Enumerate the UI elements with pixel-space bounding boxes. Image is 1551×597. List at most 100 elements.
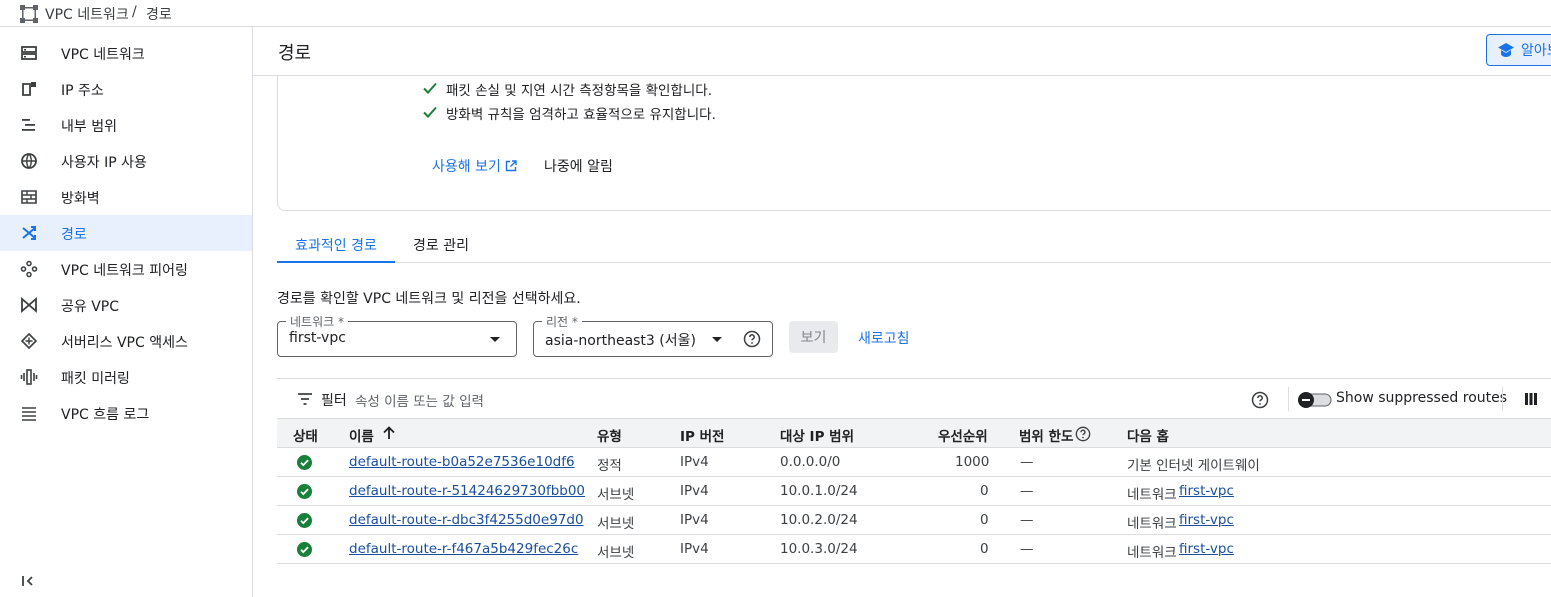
page-title: 경로: [278, 43, 312, 64]
try-it-label: 사용해 보기: [432, 159, 501, 175]
sidebar-item-label: VPC 네트워크 피어링: [61, 263, 188, 279]
breadcrumb-separator: /: [132, 4, 137, 20]
dropdown-arrow-icon: [490, 337, 500, 342]
sidebar-item-internal-range[interactable]: 내부 범위: [0, 107, 252, 143]
status-ok-icon: [297, 455, 312, 470]
filter-bar: 필터 속성 이름 또는 값 입력 Show suppressed routes: [277, 378, 1551, 418]
column-header-ip-version: IP 버전: [680, 429, 725, 445]
breadcrumb-product[interactable]: VPC 네트워크: [45, 4, 129, 24]
tab-bar: 효과적인 경로 경로 관리: [277, 226, 1551, 263]
sidebar-item-firewall[interactable]: 방화벽: [0, 179, 252, 215]
route-ip-version: IPv4: [680, 454, 709, 470]
route-name-link[interactable]: default-route-r-51424629730fbb00: [349, 483, 585, 499]
network-select-value: first-vpc: [289, 330, 346, 346]
column-header-name[interactable]: 이름: [349, 425, 374, 445]
route-scope: —: [1020, 541, 1034, 557]
sidebar-item-label: VPC 흐름 로그: [61, 407, 150, 423]
graduation-cap-icon: [1498, 43, 1514, 57]
route-ip-version: IPv4: [680, 541, 709, 557]
collapse-sidebar-icon[interactable]: [20, 572, 38, 590]
divider: [1288, 387, 1289, 411]
route-name-link[interactable]: default-route-r-dbc3f4255d0e97d0: [349, 512, 584, 528]
route-next-hop: 네트워크: [1127, 516, 1177, 532]
sidebar-item-label: 경로: [61, 227, 87, 243]
network-select-label: 네트워크 *: [286, 313, 348, 330]
divider: [1502, 387, 1503, 411]
sidebar-item-routes[interactable]: 경로: [0, 215, 252, 251]
vpc-product-icon: [20, 5, 38, 23]
sidebar-item-label: 서버리스 VPC 액세스: [61, 335, 188, 351]
sidebar-item-label: 방화벽: [61, 191, 100, 207]
column-header-dest-range: 대상 IP 범위: [780, 429, 854, 445]
column-header-priority: 우선순위: [938, 429, 988, 445]
toggle-label: Show suppressed routes: [1336, 390, 1508, 406]
view-button[interactable]: 보기: [789, 321, 838, 353]
help-icon[interactable]: [1251, 391, 1269, 409]
try-it-link[interactable]: 사용해 보기: [432, 156, 517, 176]
sort-ascending-icon[interactable]: [382, 426, 396, 440]
remind-later-link[interactable]: 나중에 알림: [544, 156, 613, 176]
route-dest-range: 0.0.0.0/0: [780, 454, 841, 470]
promo-check-text: 방화벽 규칙을 엄격하고 효율적으로 유지합니다.: [446, 107, 716, 123]
internal-range-icon: [22, 119, 35, 131]
filter-label: 필터: [321, 393, 347, 409]
route-dest-range: 10.0.3.0/24: [780, 541, 858, 557]
filter-icon[interactable]: [297, 393, 313, 405]
route-next-hop: 네트워크: [1127, 487, 1177, 503]
show-suppressed-routes-toggle[interactable]: [1297, 391, 1333, 409]
dropdown-arrow-icon: [712, 337, 722, 342]
refresh-button[interactable]: 새로고침: [858, 328, 910, 348]
sidebar-item-label: 사용자 IP 사용: [61, 155, 147, 171]
route-ip-version: IPv4: [680, 483, 709, 499]
sidebar-item-ip-address[interactable]: IP 주소: [0, 71, 252, 107]
status-ok-icon: [297, 542, 312, 557]
route-priority: 0: [980, 541, 989, 557]
table-row: default-route-r-51424629730fbb00 서브넷 IPv…: [277, 477, 1551, 506]
column-display-icon[interactable]: [1524, 392, 1538, 406]
filter-input[interactable]: 속성 이름 또는 값 입력: [355, 390, 484, 410]
vpc-network-icon: [21, 46, 37, 60]
table-header: 상태 이름 유형 IP 버전 대상 IP 범위 우선순위 범위 한도 다음 홉: [277, 418, 1551, 448]
sidebar-item-label: 패킷 미러링: [61, 371, 130, 387]
instruction-text: 경로를 확인할 VPC 네트워크 및 리전을 선택하세요.: [277, 291, 581, 307]
learn-button[interactable]: 알아보: [1486, 34, 1551, 66]
route-dest-range: 10.0.2.0/24: [780, 512, 858, 528]
route-scope: —: [1020, 512, 1034, 528]
sidebar-item-packet-mirroring[interactable]: 패킷 미러링: [0, 359, 252, 395]
sidebar-item-vpc-network[interactable]: VPC 네트워크: [0, 35, 252, 71]
sidebar-item-label: 공유 VPC: [61, 299, 120, 315]
table-row: default-route-r-f467a5b429fec26c 서브넷 IPv…: [277, 535, 1551, 564]
table-row: default-route-r-dbc3f4255d0e97d0 서브넷 IPv…: [277, 506, 1551, 535]
route-scope: —: [1020, 483, 1034, 499]
packet-mirroring-icon: [20, 369, 38, 385]
help-icon[interactable]: [743, 330, 761, 348]
network-select[interactable]: 네트워크 * first-vpc: [277, 313, 517, 357]
promo-card: 패킷 손실 및 지연 시간 측정항목을 확인합니다. 방화벽 규칙을 엄격하고 …: [277, 76, 1551, 211]
sidebar-item-label: IP 주소: [61, 83, 104, 99]
firewall-icon: [21, 190, 37, 204]
next-hop-network-link[interactable]: first-vpc: [1179, 512, 1234, 528]
tab-effective-routes[interactable]: 효과적인 경로: [277, 226, 395, 263]
route-priority: 1000: [955, 454, 990, 470]
sidebar-item-label: 내부 범위: [61, 119, 117, 135]
peering-icon: [20, 260, 38, 278]
sidebar-item-shared-vpc[interactable]: 공유 VPC: [0, 287, 252, 323]
route-name-link[interactable]: default-route-b0a52e7536e10df6: [349, 454, 575, 470]
promo-check-text: 패킷 손실 및 지연 시간 측정항목을 확인합니다.: [446, 83, 713, 99]
sidebar: VPC 네트워크 IP 주소 내부 범위 사용자 IP 사용 방화벽 경로 VP…: [0, 27, 253, 597]
page-header: 경로 알아보: [253, 27, 1551, 76]
tab-route-management[interactable]: 경로 관리: [403, 226, 479, 263]
next-hop-network-link[interactable]: first-vpc: [1179, 541, 1234, 557]
next-hop-network-link[interactable]: first-vpc: [1179, 483, 1234, 499]
sidebar-item-user-ip[interactable]: 사용자 IP 사용: [0, 143, 252, 179]
route-ip-version: IPv4: [680, 512, 709, 528]
region-select[interactable]: 리전 * asia-northeast3 (서울): [533, 313, 773, 357]
help-icon[interactable]: [1075, 426, 1091, 442]
route-type: 서브넷: [597, 516, 635, 532]
ip-address-icon: [22, 82, 36, 96]
route-type: 정적: [597, 458, 622, 474]
sidebar-item-flow-logs[interactable]: VPC 흐름 로그: [0, 395, 252, 431]
sidebar-item-serverless-vpc[interactable]: 서버리스 VPC 액세스: [0, 323, 252, 359]
route-name-link[interactable]: default-route-r-f467a5b429fec26c: [349, 541, 578, 557]
sidebar-item-vpc-peering[interactable]: VPC 네트워크 피어링: [0, 251, 252, 287]
